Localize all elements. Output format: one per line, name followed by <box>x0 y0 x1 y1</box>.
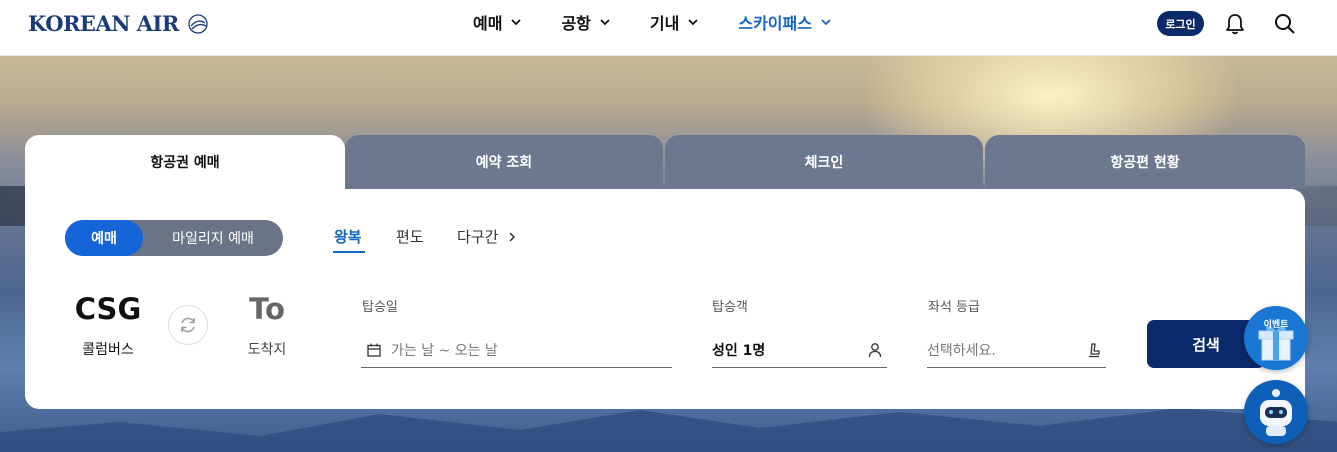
bell-icon[interactable] <box>1222 11 1248 37</box>
robot-icon <box>1260 389 1292 436</box>
event-label: 이벤트 <box>1263 320 1289 330</box>
login-button[interactable]: 로그인 <box>1157 11 1204 36</box>
active-trip-underline <box>333 251 365 253</box>
trip-type-label: 다구간 <box>457 228 499 246</box>
destination-name[interactable]: 도착지 <box>227 339 307 359</box>
booking-type-regular[interactable]: 예매 <box>65 220 143 256</box>
person-icon <box>868 343 882 358</box>
destination-code[interactable]: To <box>227 292 307 326</box>
swap-airports-button[interactable] <box>168 305 208 345</box>
nav-item-label: 기내 <box>649 14 680 33</box>
passenger-field[interactable]: 성인 1명 <box>712 333 887 368</box>
top-header: KOREAN AIR 예매 공항 기내 스카이패스 로그인 <box>0 0 1337 56</box>
chevron-right-icon <box>509 231 516 242</box>
chevron-down-icon <box>511 19 522 26</box>
tab-flight-status[interactable]: 항공편 현황 <box>985 135 1305 189</box>
nav-item-inflight[interactable]: 기내 <box>650 9 700 35</box>
brand-name: KOREAN AIR <box>28 10 179 36</box>
calendar-icon <box>367 343 381 357</box>
chevron-down-icon <box>821 19 831 26</box>
search-icon[interactable] <box>1272 11 1298 37</box>
tab-reservation-lookup[interactable]: 예약 조회 <box>345 135 663 189</box>
skyteam-icon <box>188 14 208 34</box>
swap-icon <box>181 317 195 333</box>
gift-icon <box>1258 325 1294 361</box>
booking-type-mileage[interactable]: 마일리지 예매 <box>150 220 276 256</box>
trip-type-roundtrip[interactable]: 왕복 <box>334 226 362 247</box>
nav-item-skypass[interactable]: 스카이패스 <box>738 9 833 35</box>
date-field[interactable]: 가는 날 ~ 오는 날 <box>361 333 672 368</box>
chevron-down-icon <box>688 19 698 26</box>
date-label: 탑승일 <box>362 300 398 315</box>
passenger-value: 성인 1명 <box>712 343 766 359</box>
trip-type-oneway[interactable]: 편도 <box>396 226 424 247</box>
nav-item-label: 예매 <box>473 14 503 33</box>
nav-item-label: 공항 <box>561 14 591 33</box>
origin-name[interactable]: 콜럼버스 <box>68 339 148 359</box>
date-placeholder: 가는 날 ~ 오는 날 <box>391 343 498 359</box>
tab-check-in[interactable]: 체크인 <box>665 135 983 189</box>
passenger-label: 탑승객 <box>712 300 748 315</box>
nav-item-reservation[interactable]: 예매 <box>473 9 523 35</box>
class-placeholder: 선택하세요. <box>927 343 996 359</box>
class-label: 좌석 등급 <box>928 300 980 315</box>
origin-code[interactable]: CSG <box>68 292 148 326</box>
korean-air-logo[interactable]: KOREAN AIR <box>28 8 211 38</box>
trip-type-multicity[interactable]: 다구간 <box>457 226 518 247</box>
tab-flight-booking[interactable]: 항공권 예매 <box>25 135 345 189</box>
chevron-down-icon <box>600 19 610 26</box>
seat-icon <box>1089 343 1100 358</box>
class-field[interactable]: 선택하세요. <box>927 333 1106 368</box>
chatbot-button[interactable] <box>1244 380 1308 444</box>
event-button[interactable] <box>1244 306 1308 370</box>
nav-item-label: 스카이패스 <box>738 14 812 33</box>
nav-item-airport[interactable]: 공항 <box>561 9 611 35</box>
main-nav: 예매 공항 기내 스카이패스 <box>473 9 871 35</box>
